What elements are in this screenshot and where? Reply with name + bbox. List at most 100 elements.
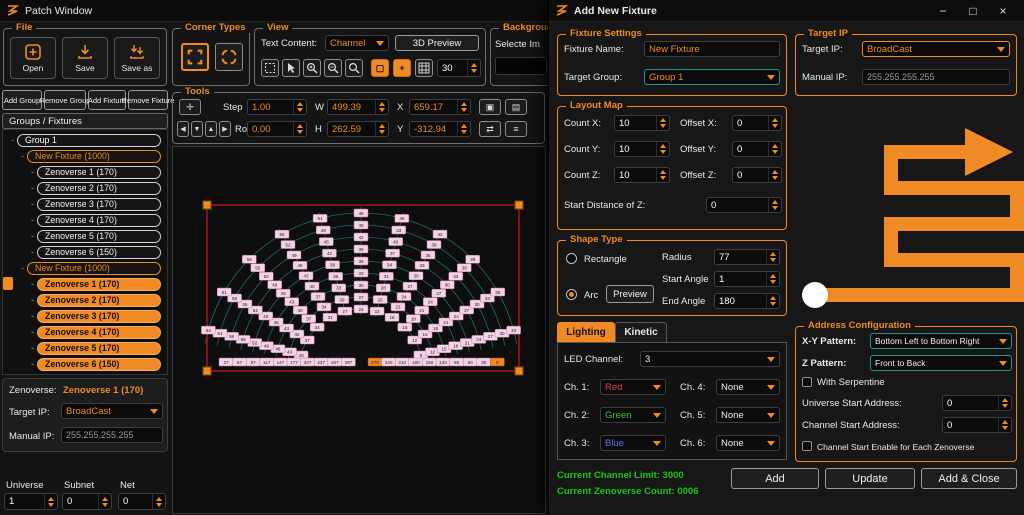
count-y-spinner[interactable]: 10: [614, 141, 670, 157]
shape-tool-button[interactable]: ▢: [371, 59, 389, 77]
add-fixture-button[interactable]: Add Fixture: [88, 90, 126, 110]
zoom-out-button[interactable]: [324, 59, 342, 77]
open-button[interactable]: Open: [10, 37, 56, 79]
tree-item-label[interactable]: New Fixture (1000): [27, 261, 161, 275]
z-pattern-dropdown[interactable]: Front to Back: [870, 355, 1012, 371]
nudge-down-button[interactable]: ▼: [191, 121, 203, 137]
tree-item-label[interactable]: Zenoverse 3 (170): [37, 309, 161, 323]
spinner-arrows[interactable]: [457, 122, 470, 136]
tree-item[interactable]: - Zenoverse 5 (170): [9, 340, 165, 356]
count-z-spinner[interactable]: 10: [614, 167, 670, 183]
tree-item-label[interactable]: Zenoverse 2 (170): [37, 293, 161, 307]
manual-ip-field[interactable]: 255.255.255.255: [862, 69, 1010, 85]
ch5-dropdown[interactable]: None: [716, 407, 780, 423]
spinner-arrows[interactable]: [98, 494, 111, 509]
remove-fixture-button[interactable]: Remove Fixture: [122, 90, 174, 110]
tree-item-label[interactable]: Zenoverse 2 (170): [37, 181, 161, 195]
channel-start-spinner[interactable]: 0: [942, 417, 1012, 433]
text-content-dropdown[interactable]: Channel: [325, 35, 389, 51]
offset-z-spinner[interactable]: 0: [732, 167, 782, 183]
update-button[interactable]: Update: [825, 468, 915, 489]
target-ip-dropdown[interactable]: BroadCast: [862, 41, 1010, 57]
rectangle-radio[interactable]: [566, 253, 577, 264]
spinner-arrows[interactable]: [998, 396, 1011, 410]
tree-item[interactable]: - Zenoverse 3 (170): [9, 308, 165, 324]
corner-type-square-button[interactable]: [181, 43, 209, 71]
spinner-arrows[interactable]: [293, 100, 306, 114]
layers-button[interactable]: ▤: [505, 99, 527, 115]
offset-y-spinner[interactable]: 0: [732, 141, 782, 157]
width-spinner[interactable]: 499.39: [327, 99, 389, 115]
preview-3d-button[interactable]: 3D Preview: [395, 35, 479, 51]
universe-spinner[interactable]: 1: [4, 493, 58, 510]
ch2-dropdown[interactable]: Green: [600, 407, 666, 423]
spinner-arrows[interactable]: [768, 198, 781, 212]
spinner-arrows[interactable]: [766, 294, 779, 308]
with-serpentine-checkbox[interactable]: [802, 377, 812, 387]
tree-item-label[interactable]: New Fixture (1000): [27, 149, 161, 163]
y-spinner[interactable]: -312.94: [409, 121, 471, 137]
detail-target-ip-dropdown[interactable]: BroadCast: [61, 403, 163, 419]
spinner-arrows[interactable]: [152, 494, 165, 509]
spinner-arrows[interactable]: [656, 168, 669, 182]
add-close-button[interactable]: Add & Close: [921, 468, 1017, 489]
spinner-arrows[interactable]: [293, 122, 306, 136]
arc-radio[interactable]: [566, 289, 577, 300]
spinner-arrows[interactable]: [457, 100, 470, 114]
add-button[interactable]: Add: [731, 468, 819, 489]
step-spinner[interactable]: 1.00: [247, 99, 307, 115]
tree-item[interactable]: - Zenoverse 3 (170): [9, 196, 165, 212]
align-button[interactable]: ≡: [505, 121, 527, 137]
led-channel-dropdown[interactable]: 3: [640, 351, 780, 367]
zoom-fit-button[interactable]: [345, 59, 363, 77]
tree-item-label[interactable]: Zenoverse 4 (170): [37, 213, 161, 227]
tree-item-label[interactable]: Zenoverse 5 (170): [37, 341, 161, 355]
channel-enable-checkbox[interactable]: [802, 441, 812, 451]
close-button[interactable]: ×: [988, 0, 1018, 21]
tree-item-label[interactable]: Zenoverse 6 (150): [37, 245, 161, 259]
tree-item[interactable]: - Zenoverse 2 (170): [9, 180, 165, 196]
ch4-dropdown[interactable]: None: [716, 379, 780, 395]
tab-lighting[interactable]: Lighting: [557, 322, 615, 342]
add-node-button[interactable]: +: [393, 59, 411, 77]
target-group-dropdown[interactable]: Group 1: [644, 69, 780, 85]
tree-item[interactable]: - New Fixture (1000): [9, 148, 165, 164]
spinner-arrows[interactable]: [766, 272, 779, 286]
remove-group-button[interactable]: Remove Group: [40, 90, 90, 110]
tree-item[interactable]: - New Fixture (1000): [9, 260, 165, 276]
save-button[interactable]: Save: [62, 37, 108, 79]
minimize-button[interactable]: −: [928, 0, 958, 21]
flip-button[interactable]: ⇄: [479, 121, 501, 137]
radius-spinner[interactable]: 77: [714, 249, 780, 265]
spinner-arrows[interactable]: [998, 418, 1011, 432]
nudge-right-button[interactable]: ▶: [219, 121, 231, 137]
move-tool-button[interactable]: ✛: [179, 99, 201, 115]
zoom-in-button[interactable]: [303, 59, 321, 77]
spinner-arrows[interactable]: [44, 494, 57, 509]
count-x-spinner[interactable]: 10: [614, 115, 670, 131]
tree-item[interactable]: - Zenoverse 1 (170): [3, 276, 165, 292]
spinner-arrows[interactable]: [768, 142, 781, 156]
height-spinner[interactable]: 262.59: [327, 121, 389, 137]
tree-item-label[interactable]: Zenoverse 3 (170): [37, 197, 161, 211]
spinner-arrows[interactable]: [656, 142, 669, 156]
tree-item-group[interactable]: - Group 1: [9, 132, 165, 148]
tree-item-label[interactable]: Zenoverse 5 (170): [37, 229, 161, 243]
grid-toggle-button[interactable]: [415, 59, 433, 77]
spinner-arrows[interactable]: [766, 250, 779, 264]
spinner-arrows[interactable]: [768, 168, 781, 182]
tree-item[interactable]: - Zenoverse 4 (170): [9, 324, 165, 340]
net-spinner[interactable]: 0: [118, 493, 166, 510]
tree-item-label[interactable]: Group 1: [17, 133, 161, 147]
end-angle-spinner[interactable]: 180: [714, 293, 780, 309]
tree-item[interactable]: - Zenoverse 2 (170): [9, 292, 165, 308]
spinner-arrows[interactable]: [656, 116, 669, 130]
patch-canvas[interactable]: 40 43 46 49 52 55 58 61 64 37 40 43 46 49 52 55 58 61 34 37…: [172, 146, 546, 514]
tree-item[interactable]: - Zenoverse 6 (150): [9, 356, 165, 372]
tree-item[interactable]: - Zenoverse 5 (170): [9, 228, 165, 244]
offset-x-spinner[interactable]: 0: [732, 115, 782, 131]
tree-item-label[interactable]: Zenoverse 1 (170): [37, 277, 161, 291]
x-spinner[interactable]: 659.17: [409, 99, 471, 115]
detail-manual-ip-field[interactable]: 255.255.255.255: [61, 427, 163, 443]
nudge-left-button[interactable]: ◀: [177, 121, 189, 137]
